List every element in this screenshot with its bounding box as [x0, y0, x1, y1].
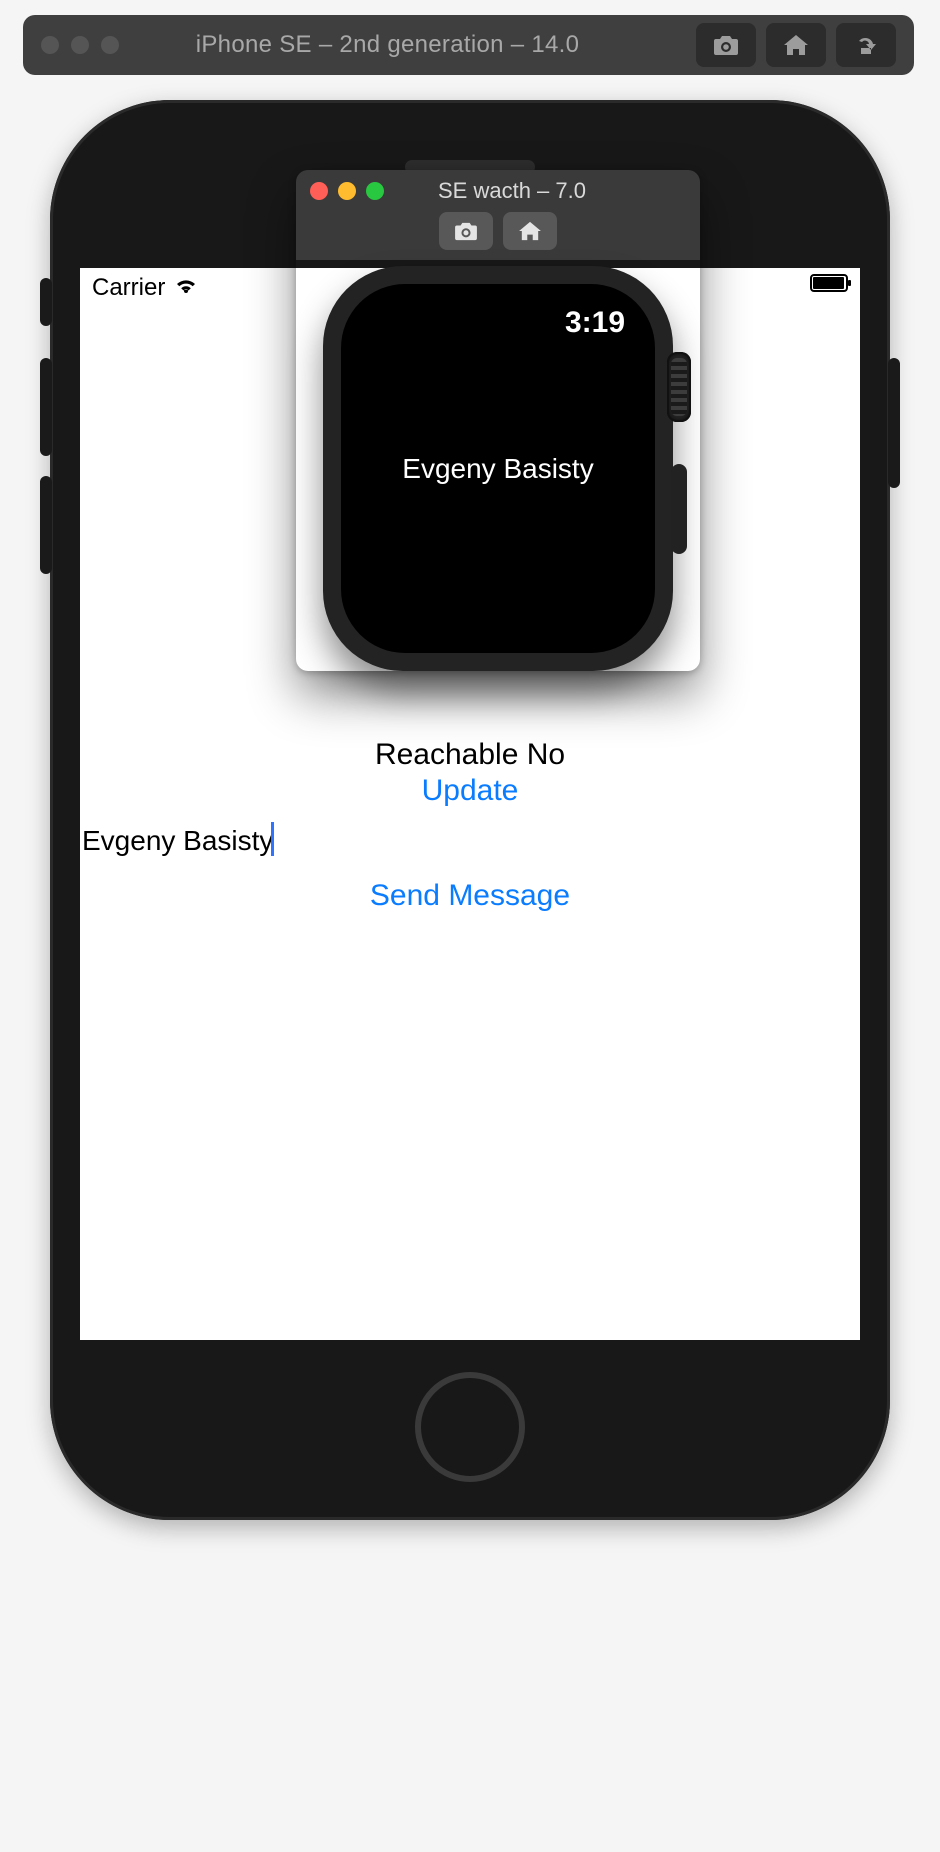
watch-sim-window: SE wacth – 7.0 3:19 Evgeny Basisty: [296, 170, 700, 671]
screenshot-button[interactable]: [439, 212, 493, 250]
text-cursor: [271, 822, 274, 856]
watch-status-time: 3:19: [565, 306, 625, 340]
reachable-label: Reachable No: [375, 738, 565, 772]
send-message-button[interactable]: Send Message: [370, 879, 570, 913]
watch-sim-title: SE wacth – 7.0: [338, 178, 686, 204]
screenshot-button[interactable]: [696, 23, 756, 67]
iphone-sim-titlebar: iPhone SE – 2nd generation – 14.0: [23, 15, 914, 75]
iphone-home-button[interactable]: [415, 1372, 525, 1482]
close-icon[interactable]: [41, 36, 59, 54]
watch-message-label: Evgeny Basisty: [341, 453, 655, 485]
message-input[interactable]: Evgeny Basisty: [80, 822, 274, 857]
message-input-value[interactable]: Evgeny Basisty: [82, 825, 273, 856]
watch-device-frame: 3:19 Evgeny Basisty: [323, 266, 673, 671]
home-button[interactable]: [766, 23, 826, 67]
close-icon[interactable]: [310, 182, 328, 200]
rotate-button[interactable]: [836, 23, 896, 67]
update-button[interactable]: Update: [422, 774, 519, 808]
iphone-sim-toolbar: [696, 23, 896, 67]
volume-up-button[interactable]: [40, 358, 52, 456]
watch-sim-titlebar[interactable]: SE wacth – 7.0: [296, 170, 700, 260]
watch-side-button[interactable]: [671, 464, 687, 554]
mute-switch[interactable]: [40, 278, 52, 326]
home-button[interactable]: [503, 212, 557, 250]
digital-crown[interactable]: [667, 352, 691, 422]
power-button[interactable]: [888, 358, 900, 488]
volume-down-button[interactable]: [40, 476, 52, 574]
watch-screen[interactable]: 3:19 Evgeny Basisty: [341, 284, 655, 653]
iphone-sim-title: iPhone SE – 2nd generation – 14.0: [79, 31, 696, 59]
